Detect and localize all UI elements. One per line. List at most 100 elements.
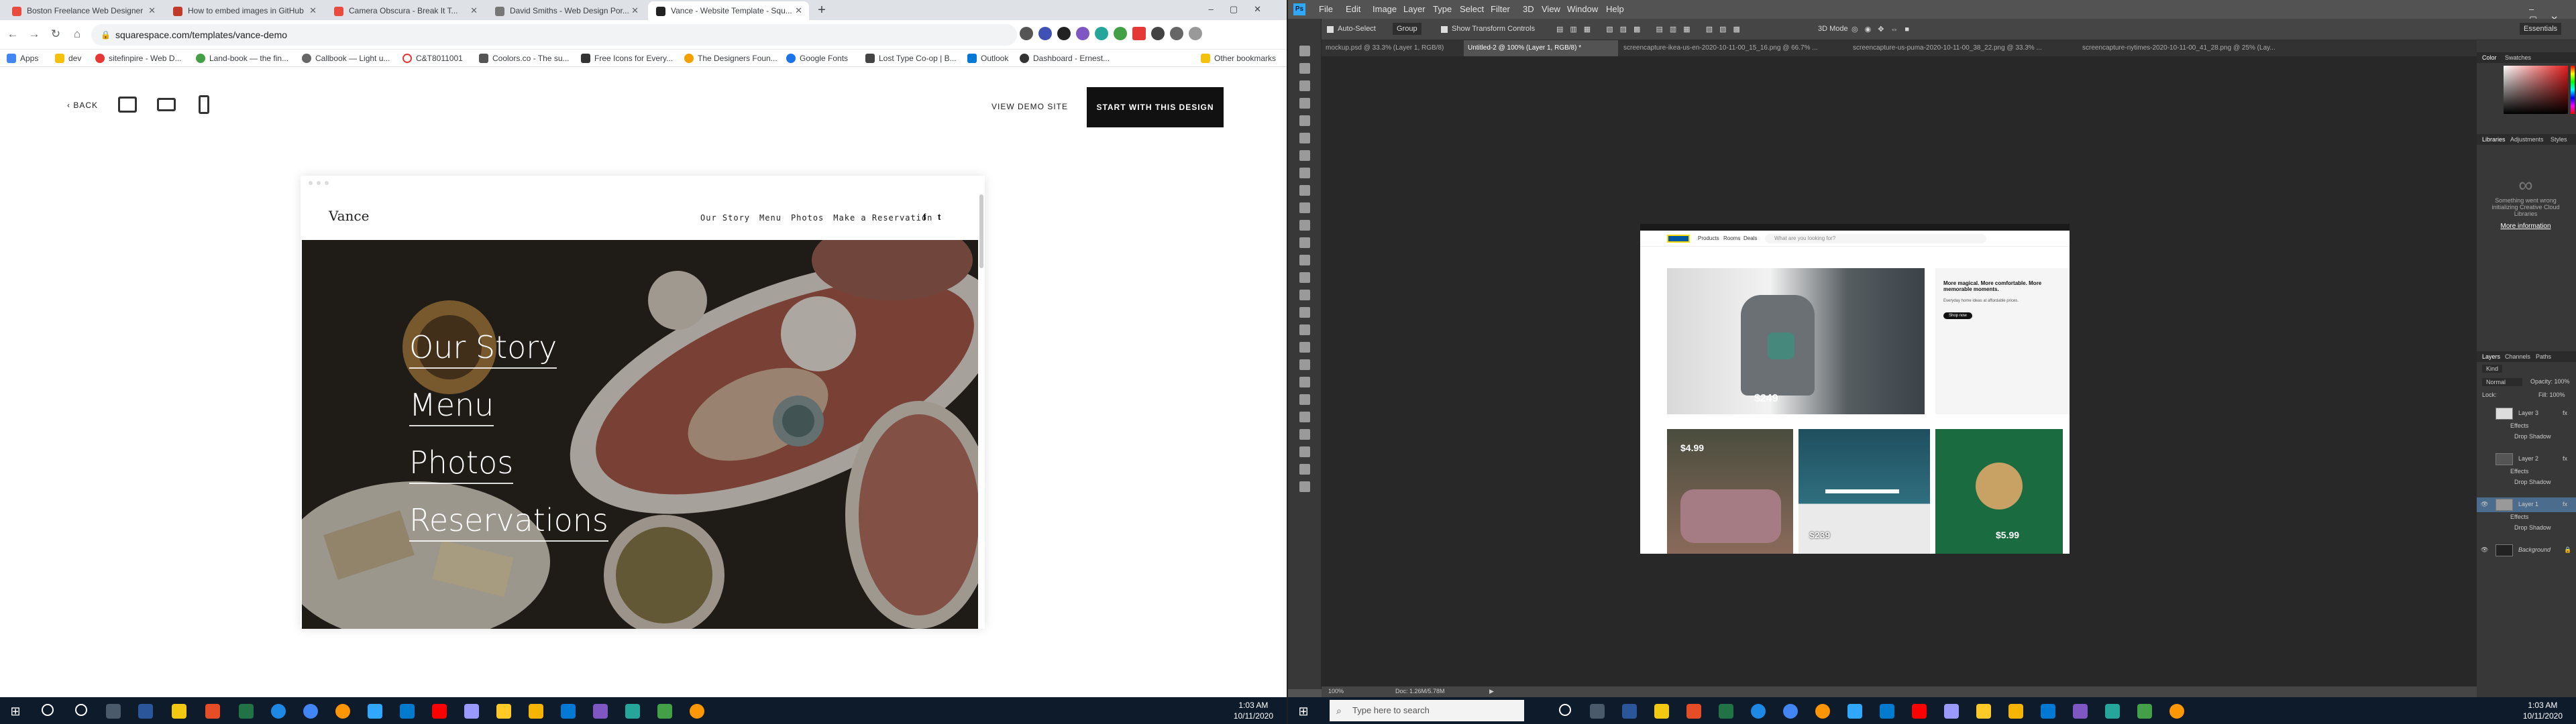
- eye-icon[interactable]: 👁: [2481, 546, 2488, 554]
- tool-icon[interactable]: [1299, 307, 1310, 318]
- edge-icon[interactable]: [1751, 704, 1766, 719]
- color-picker-field[interactable]: [2504, 66, 2568, 114]
- system-clock[interactable]: 1:03 AM 10/11/2020: [1234, 700, 1273, 721]
- tool-icon[interactable]: [1299, 359, 1310, 370]
- system-clock[interactable]: 1:03 AM 10/11/2020: [2523, 700, 2563, 721]
- app-icon[interactable]: [625, 704, 640, 719]
- nav-link[interactable]: Make a Reservation: [833, 213, 932, 223]
- canvas-workspace[interactable]: Products Rooms Deals What are you lookin…: [1322, 56, 2477, 686]
- acrobat-icon[interactable]: [1912, 704, 1927, 719]
- close-icon[interactable]: ✕: [795, 1, 802, 20]
- hero-menu-link[interactable]: Photos: [409, 442, 514, 484]
- menu-item[interactable]: Window: [1567, 4, 1598, 14]
- tool-icon[interactable]: [1299, 202, 1310, 213]
- bookmark-item[interactable]: Land-book — the fin...: [196, 52, 288, 64]
- app-icon[interactable]: [690, 704, 704, 719]
- acrobat-icon[interactable]: [432, 704, 447, 719]
- other-bookmarks[interactable]: Other bookmarks: [1201, 52, 1276, 64]
- forward-arrow-icon[interactable]: →: [27, 27, 42, 42]
- tab-color[interactable]: Color: [2482, 54, 2497, 61]
- document-canvas[interactable]: Products Rooms Deals What are you lookin…: [1640, 224, 2070, 554]
- firefox-icon[interactable]: [335, 704, 350, 719]
- app-icon[interactable]: [657, 704, 672, 719]
- kind-filter[interactable]: Kind: [2482, 365, 2503, 373]
- tool-icon[interactable]: [1299, 342, 1310, 353]
- new-tab-button[interactable]: +: [813, 1, 830, 19]
- tab-styles[interactable]: Styles: [2551, 136, 2567, 143]
- back-arrow-icon[interactable]: ←: [5, 27, 20, 42]
- tool-icon[interactable]: [1299, 220, 1310, 231]
- vscode-icon[interactable]: [1880, 704, 1894, 719]
- tool-icon[interactable]: [1299, 324, 1310, 335]
- menu-item[interactable]: Edit: [1346, 4, 1360, 14]
- app-icon[interactable]: [2073, 704, 2088, 719]
- close-icon[interactable]: ✕: [148, 1, 156, 20]
- menu-item[interactable]: Help: [1606, 4, 1624, 14]
- tool-icon[interactable]: [1299, 168, 1310, 178]
- checkbox[interactable]: [1327, 26, 1334, 33]
- tool-icon[interactable]: [1299, 46, 1310, 56]
- more-information-link[interactable]: More information: [2482, 223, 2569, 230]
- word-icon[interactable]: [138, 704, 153, 719]
- app-icon[interactable]: [1654, 704, 1669, 719]
- hero-menu-link[interactable]: Reservations: [409, 500, 608, 542]
- photoshop-icon[interactable]: [1847, 704, 1862, 719]
- tool-icon[interactable]: [1299, 80, 1310, 91]
- menu-item[interactable]: Layer: [1403, 4, 1426, 14]
- menu-item[interactable]: View: [1542, 4, 1560, 14]
- browser-tab[interactable]: David Smiths - Web Design Por... ✕: [487, 1, 645, 20]
- tool-icon[interactable]: [1299, 98, 1310, 109]
- cortana-icon[interactable]: [75, 704, 87, 716]
- menu-item[interactable]: Select: [1460, 4, 1484, 14]
- tool-icon[interactable]: [1299, 185, 1310, 196]
- 3d-icons[interactable]: ◎◉✥⇔■: [1851, 25, 1916, 34]
- task-view-icon[interactable]: [1590, 704, 1605, 719]
- taskbar-search-input[interactable]: ⌕ Type here to search: [1330, 700, 1524, 721]
- puzzle-icon[interactable]: [1151, 27, 1165, 40]
- window-controls[interactable]: –▢✕: [1209, 4, 1277, 15]
- hero-menu-link[interactable]: Our Story: [409, 327, 557, 369]
- layer-row[interactable]: Layer 2 fx: [2477, 452, 2576, 467]
- edge-icon[interactable]: [271, 704, 286, 719]
- bookmark-item[interactable]: Google Fonts: [786, 52, 848, 64]
- close-icon[interactable]: ✕: [470, 1, 478, 20]
- tool-icon[interactable]: [1299, 150, 1310, 161]
- vscode-icon[interactable]: [400, 704, 415, 719]
- menu-dots-icon[interactable]: [1189, 27, 1202, 40]
- extension-icon[interactable]: [1114, 27, 1127, 40]
- extension-icon[interactable]: [1132, 27, 1146, 40]
- bookmark-item[interactable]: Callbook — Light u...: [302, 52, 390, 64]
- tool-icon[interactable]: [1299, 290, 1310, 300]
- tab-libraries[interactable]: Libraries: [2482, 136, 2506, 143]
- nav-link[interactable]: Menu: [759, 213, 782, 223]
- layer-row-selected[interactable]: 👁 Layer 1 fx: [2477, 497, 2576, 512]
- firefox-icon[interactable]: [1815, 704, 1830, 719]
- outlook-icon[interactable]: [2041, 704, 2055, 719]
- home-icon[interactable]: ⌂: [70, 27, 85, 42]
- document-tab-active[interactable]: Untitled-2 @ 100% (Layer 1, RGB/8) *: [1464, 40, 1618, 56]
- search-icon[interactable]: [42, 704, 54, 716]
- zoom-level[interactable]: 100%: [1328, 688, 1344, 695]
- extension-icon[interactable]: [1038, 27, 1052, 40]
- tab-channels[interactable]: Channels: [2505, 353, 2530, 360]
- layer-row[interactable]: Layer 3 fx: [2477, 406, 2576, 421]
- app-icon[interactable]: [2137, 704, 2152, 719]
- bookmark-item[interactable]: Apps: [7, 52, 38, 64]
- view-demo-link[interactable]: VIEW DEMO SITE: [991, 102, 1068, 111]
- document-tab[interactable]: mockup.psd @ 33.3% (Layer 1, RGB/8): [1322, 40, 1462, 56]
- windows-start-icon[interactable]: ⊞: [8, 704, 23, 719]
- group-select[interactable]: Group: [1393, 23, 1421, 35]
- eye-icon[interactable]: 👁: [2481, 501, 2488, 508]
- app-icon[interactable]: [2008, 704, 2023, 719]
- tool-icon[interactable]: [1299, 115, 1310, 126]
- menu-item[interactable]: Image: [1373, 4, 1397, 14]
- app-icon[interactable]: [529, 704, 543, 719]
- bookmark-item[interactable]: Lost Type Co-op | B...: [865, 52, 957, 64]
- opacity-field[interactable]: Opacity: 100%: [2530, 378, 2570, 385]
- checkbox[interactable]: [1441, 26, 1448, 33]
- back-link[interactable]: ‹ BACK: [67, 101, 98, 110]
- app-icon[interactable]: [1686, 704, 1701, 719]
- menu-item[interactable]: Type: [1433, 4, 1452, 14]
- excel-icon[interactable]: [1719, 704, 1733, 719]
- bookmark-item[interactable]: Dashboard - Ernest...: [1020, 52, 1110, 64]
